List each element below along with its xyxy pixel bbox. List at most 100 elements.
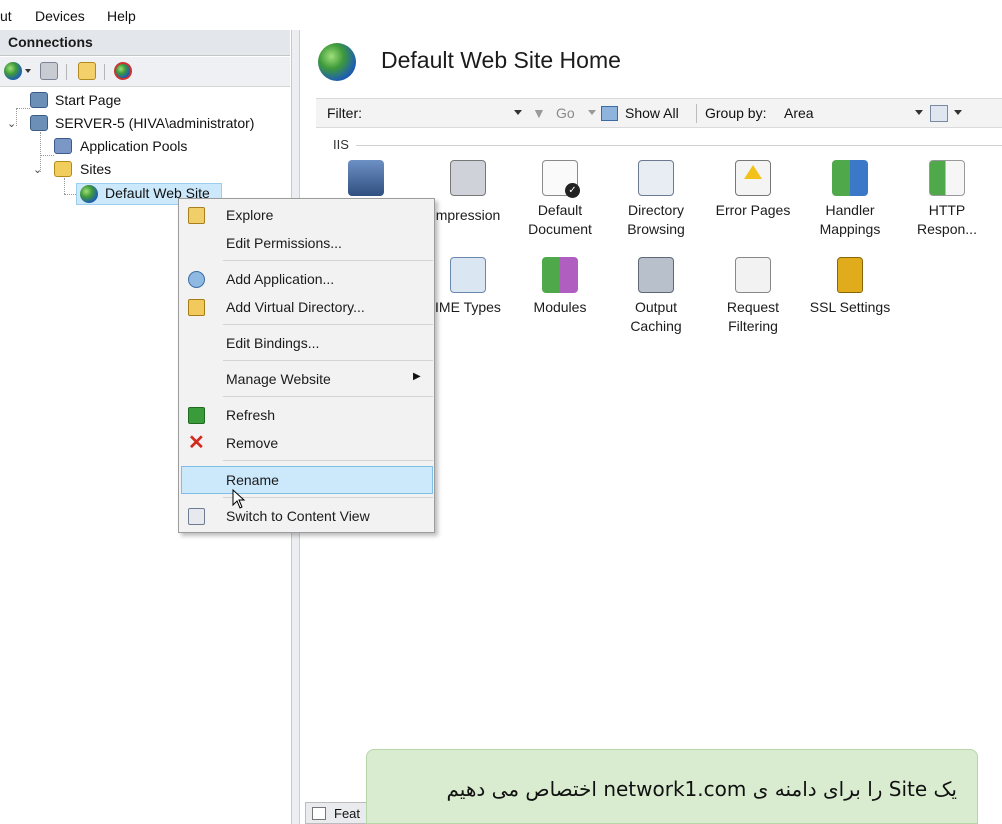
- tree-line: [16, 108, 30, 109]
- output-caching-icon: [638, 257, 674, 293]
- add-application-icon: [188, 271, 205, 288]
- show-all-button[interactable]: Show All: [625, 105, 679, 121]
- mime-types-icon: [450, 257, 486, 293]
- tree-item-start-page[interactable]: Start Page: [55, 92, 121, 108]
- menu-separator: [223, 360, 433, 361]
- filter-bar: Filter: ▼ Go Show All Group by: Area: [316, 98, 1002, 128]
- site-globe-icon: [318, 43, 356, 81]
- menu-item-help[interactable]: Help: [107, 8, 136, 24]
- menu-item-edit-permissions[interactable]: Edit Permissions...: [179, 229, 434, 257]
- tree-item-application-pools[interactable]: Application Pools: [80, 138, 187, 154]
- tree-item-sites[interactable]: Sites: [80, 161, 111, 177]
- menu-separator: [223, 460, 433, 461]
- toolbar-divider: [104, 64, 105, 80]
- add-virtual-directory-icon: [188, 299, 205, 316]
- show-all-icon: [601, 106, 618, 121]
- content-view-icon: [188, 508, 205, 525]
- toolbar-divider: [66, 64, 67, 80]
- menu-item-remove[interactable]: ✕ Remove: [179, 429, 434, 457]
- start-page-icon: [30, 92, 48, 108]
- sites-folder-icon: [54, 161, 72, 177]
- server-icon: [30, 115, 48, 131]
- group-by-dropdown-icon[interactable]: [915, 110, 923, 115]
- connections-title: Connections: [8, 34, 93, 50]
- connect-icon[interactable]: [4, 62, 22, 80]
- remove-x-icon: ✕: [188, 432, 205, 454]
- menu-item-add-virtual-directory[interactable]: Add Virtual Directory...: [179, 293, 434, 321]
- request-filtering-icon: [735, 257, 771, 293]
- group-by-label: Group by:: [705, 105, 767, 121]
- section-label-iis: IIS: [333, 137, 349, 152]
- menu-item-devices[interactable]: Devices: [35, 8, 85, 24]
- view-mode-dropdown-icon[interactable]: [954, 110, 962, 115]
- features-view-tab-label: Feat: [334, 806, 361, 821]
- feature-http-response-headers[interactable]: HTTP Respon...: [899, 160, 995, 239]
- page-title: Default Web Site Home: [381, 47, 621, 73]
- feature-handler-mappings[interactable]: Handler Mappings: [802, 160, 898, 239]
- error-pages-icon: [735, 160, 771, 196]
- chevron-down-icon[interactable]: [25, 69, 31, 73]
- menu-item-refresh[interactable]: Refresh: [179, 401, 434, 429]
- funnel-icon: ▼: [532, 105, 546, 121]
- mouse-cursor-icon: [232, 489, 246, 509]
- directory-browsing-icon: [638, 160, 674, 196]
- expand-chevron-icon[interactable]: ⌄: [7, 117, 16, 130]
- menu-item-switch-to-content-view[interactable]: Switch to Content View: [179, 502, 434, 530]
- menu-separator: [223, 396, 433, 397]
- go-dropdown-icon[interactable]: [588, 110, 596, 115]
- disconnect-icon[interactable]: [114, 62, 132, 80]
- default-document-icon: ✓: [542, 160, 580, 198]
- feature-output-caching[interactable]: Output Caching: [608, 257, 704, 336]
- menu-bar: ut Devices Help: [0, 0, 1002, 30]
- menu-item-manage-website[interactable]: Manage Website ▶: [179, 365, 434, 393]
- feature-request-filtering[interactable]: Request Filtering: [705, 257, 801, 336]
- explore-icon: [188, 207, 205, 224]
- feature-default-document[interactable]: ✓ Default Document: [512, 160, 608, 239]
- application-pools-icon: [54, 138, 72, 154]
- connections-header: Connections: [0, 30, 290, 56]
- connections-toolbar: [0, 57, 290, 87]
- tree-line: [40, 155, 54, 156]
- view-mode-icon[interactable]: [930, 105, 948, 122]
- filter-dropdown-icon[interactable]: [514, 110, 522, 115]
- menu-item-edit-bindings[interactable]: Edit Bindings...: [179, 329, 434, 357]
- subtitle-text: یک Site را برای دامنه ی network1.com اخت…: [446, 777, 958, 801]
- feature-ssl-settings[interactable]: SSL Settings: [802, 257, 898, 317]
- menu-separator: [223, 324, 433, 325]
- http-response-icon: [929, 160, 965, 196]
- filter-input[interactable]: [371, 103, 526, 124]
- check-badge-icon: ✓: [565, 183, 580, 198]
- lock-icon: [837, 257, 863, 293]
- compression-icon: [450, 160, 486, 196]
- expand-chevron-icon[interactable]: ⌄: [33, 163, 42, 176]
- authentication-icon: [348, 160, 384, 196]
- feature-directory-browsing[interactable]: Directory Browsing: [608, 160, 704, 239]
- feature-authentication[interactable]: [318, 160, 414, 201]
- up-folder-icon[interactable]: [78, 62, 96, 80]
- warning-icon: [744, 165, 762, 179]
- menu-item-add-application[interactable]: Add Application...: [179, 265, 434, 293]
- tree-line: [64, 178, 65, 194]
- menu-item-explore[interactable]: Explore: [179, 201, 434, 229]
- menu-item-rename[interactable]: Rename: [181, 466, 433, 494]
- refresh-icon: [188, 407, 205, 424]
- menu-separator: [223, 497, 433, 498]
- feature-modules[interactable]: Modules: [512, 257, 608, 317]
- submenu-arrow-icon: ▶: [413, 371, 421, 382]
- section-divider: [356, 145, 1002, 146]
- filter-label: Filter:: [327, 105, 362, 121]
- group-by-select[interactable]: Area: [784, 105, 814, 121]
- modules-icon: [542, 257, 578, 293]
- toolbar-divider: [696, 104, 697, 123]
- menu-item-layout[interactable]: ut: [0, 8, 12, 24]
- subtitle-caption: یک Site را برای دامنه ی network1.com اخت…: [366, 749, 978, 824]
- tree-item-server[interactable]: SERVER-5 (HIVA\administrator): [55, 115, 254, 131]
- features-view-icon: [312, 807, 326, 820]
- handler-mappings-icon: [832, 160, 868, 196]
- context-menu: Explore Edit Permissions... Add Applicat…: [178, 198, 435, 533]
- go-button[interactable]: Go: [556, 105, 575, 121]
- features-view-tab[interactable]: Feat: [305, 802, 375, 824]
- feature-error-pages[interactable]: Error Pages: [705, 160, 801, 220]
- menu-separator: [223, 260, 433, 261]
- save-icon[interactable]: [40, 62, 58, 80]
